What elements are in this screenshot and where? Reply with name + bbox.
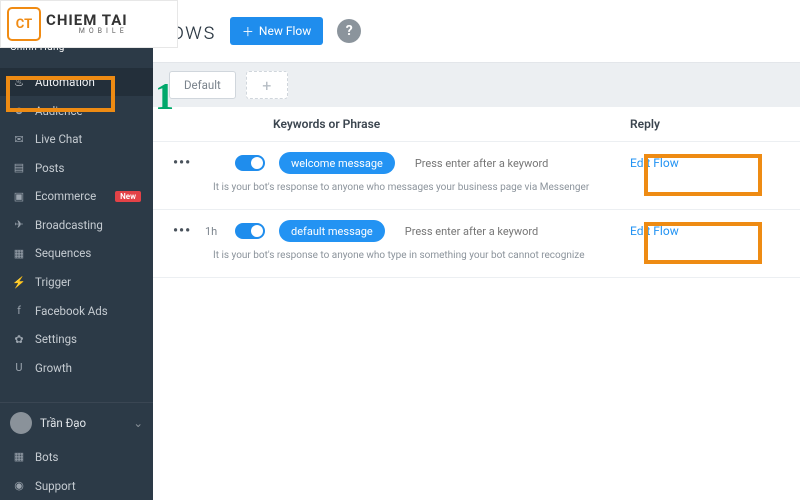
sidebar-item-automation[interactable]: ♨ Automation	[0, 68, 153, 97]
sidebar-item-livechat[interactable]: ✉ Live Chat	[0, 125, 153, 154]
sidebar-item-trigger[interactable]: ⚡ Trigger	[0, 268, 153, 297]
gear-icon: ✿	[12, 333, 26, 346]
support-icon: ◉	[12, 479, 26, 492]
sidebar-item-posts[interactable]: ▤ Posts	[0, 154, 153, 183]
sidebar-item-label: Automation	[35, 75, 95, 89]
tab-default[interactable]: Default	[169, 71, 236, 99]
tab-add[interactable]: +	[246, 71, 288, 99]
logo-line2: MOBILE	[46, 28, 128, 35]
logo-line1: CHIEM TAI	[46, 13, 128, 28]
new-flow-label: New Flow	[259, 24, 311, 38]
sidebar-item-label: Settings	[35, 332, 77, 346]
table-head: Keywords or Phrase Reply	[153, 107, 800, 142]
edit-flow-link[interactable]: Edit Flow	[630, 156, 679, 170]
row-description: It is your bot's response to anyone who …	[213, 250, 780, 261]
plus-icon: ＋	[242, 23, 254, 40]
sidebar-item-label: Support	[35, 479, 76, 493]
sidebar-item-sequences[interactable]: ▦ Sequences	[0, 239, 153, 268]
tabs-row: Default +	[153, 63, 800, 107]
bots-icon: ▦	[12, 450, 26, 463]
content: Keywords or Phrase Reply ••• welcome mes…	[153, 107, 800, 500]
calendar-icon: ▦	[12, 247, 26, 260]
sidebar-item-label: Audience	[35, 104, 83, 118]
posts-icon: ▤	[12, 161, 26, 174]
sidebar-item-label: Sequences	[35, 246, 91, 260]
keyword-pill[interactable]: default message	[279, 220, 385, 242]
user-menu[interactable]: Trần Đạo ⌄	[0, 402, 153, 442]
new-badge: New	[115, 191, 141, 202]
user-name: Trần Đạo	[40, 416, 86, 430]
plus-icon: +	[262, 76, 271, 95]
edit-flow-link[interactable]: Edit Flow	[630, 224, 679, 238]
sidebar-item-label: Growth	[35, 361, 72, 375]
main: ows ＋New Flow ? Default + Keywords or Ph…	[153, 0, 800, 500]
sidebar: Chính Hãng ♨Automation ☻Audience ✉Live C…	[0, 0, 153, 500]
sidebar-item-label: Trigger	[35, 275, 71, 289]
new-flow-button[interactable]: ＋ New Flow	[230, 17, 323, 45]
pill-label: default message	[291, 225, 373, 238]
sidebar-item-ecommerce[interactable]: ▣ Ecommerce New	[0, 182, 153, 211]
logo-overlay: CT CHIEM TAI MOBILE	[0, 0, 178, 48]
row-menu-button[interactable]: •••	[173, 223, 191, 239]
sidebar-item-growth[interactable]: U Growth	[0, 353, 153, 382]
pill-label: welcome message	[291, 157, 383, 170]
chevron-down-icon: ⌄	[133, 416, 143, 430]
avatar	[10, 412, 32, 434]
sidebar-item-label: Facebook Ads	[35, 304, 108, 318]
flow-row: ••• 1h default message Edit Flow It is y…	[153, 210, 800, 278]
toggle-switch[interactable]	[235, 223, 265, 239]
chat-icon: ✉	[12, 133, 26, 146]
tab-label: Default	[184, 78, 221, 92]
keyword-input[interactable]	[399, 221, 616, 242]
logo-mark: CT	[7, 7, 41, 41]
sidebar-item-label: Live Chat	[35, 132, 82, 146]
sidebar-item-label: Ecommerce	[35, 189, 96, 203]
col-reply: Reply	[630, 117, 780, 131]
magnet-icon: U	[12, 361, 26, 374]
sidebar-item-broadcasting[interactable]: ✈ Broadcasting	[0, 211, 153, 240]
sidebar-item-support[interactable]: ◉ Support	[0, 471, 153, 500]
row-description: It is your bot's response to anyone who …	[213, 182, 780, 193]
col-keywords: Keywords or Phrase	[273, 117, 380, 131]
broadcast-icon: ✈	[12, 218, 26, 231]
sidebar-item-label: Bots	[35, 450, 58, 464]
help-button[interactable]: ?	[337, 19, 361, 43]
annotation-number-1: 1	[155, 75, 174, 119]
sidebar-item-audience[interactable]: ☻ Audience	[0, 96, 153, 125]
bolt-icon: ⚡	[12, 276, 26, 289]
sidebar-item-bots[interactable]: ▦ Bots	[0, 442, 153, 471]
sidebar-item-settings[interactable]: ✿ Settings	[0, 325, 153, 354]
row-menu-button[interactable]: •••	[173, 155, 191, 171]
facebook-icon: f	[12, 304, 26, 317]
cart-icon: ▣	[12, 190, 26, 203]
sidebar-item-facebookads[interactable]: f Facebook Ads	[0, 296, 153, 325]
flow-row: ••• welcome message Edit Flow It is your…	[153, 142, 800, 210]
keyword-pill[interactable]: welcome message	[279, 152, 395, 174]
audience-icon: ☻	[12, 104, 26, 117]
topbar: ows ＋New Flow ?	[153, 0, 800, 63]
sitemap-icon: ♨	[12, 76, 26, 89]
sidebar-item-label: Broadcasting	[35, 218, 103, 232]
sidebar-item-label: Posts	[35, 161, 64, 175]
time-ago: 1h	[205, 225, 221, 238]
keyword-input[interactable]	[409, 153, 616, 174]
toggle-switch[interactable]	[235, 155, 265, 171]
